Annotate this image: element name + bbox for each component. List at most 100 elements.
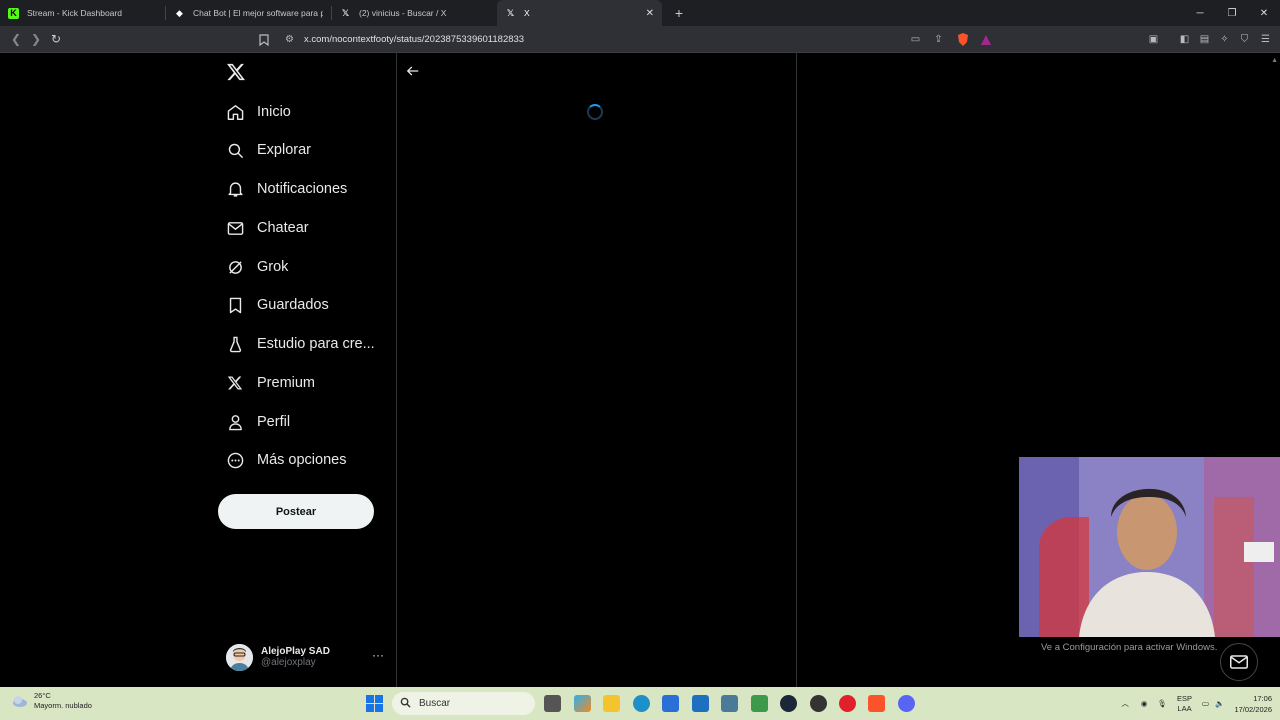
address-bar: ❮ ❯ ↻ ⚙ x.com/nocontextfooty/status/2023… [0, 26, 1280, 53]
tab-title: Chat Bot | El mejor software para pot [193, 8, 323, 18]
tab-title: (2) vinicius - Buscar / X [359, 8, 447, 18]
sidebar-item-grok[interactable]: Grok [226, 252, 288, 282]
x-logo-icon: 𝕏 [506, 7, 515, 18]
sidebar-item-estudio[interactable]: Estudio para cre... [226, 329, 375, 359]
tab-title: Stream - Kick Dashboard [27, 8, 122, 18]
outlook-icon[interactable] [692, 695, 709, 712]
language-indicator[interactable]: ESP LAA [1177, 694, 1192, 714]
reload-icon[interactable]: ↻ [46, 29, 66, 49]
sidebar-item-label: Inicio [257, 104, 291, 120]
copilot-icon[interactable] [574, 695, 591, 712]
scroll-up-icon[interactable]: ▲ [1271, 57, 1278, 64]
tab-search-icon[interactable]: ▣ [1146, 32, 1161, 47]
sidebar-item-label: Premium [257, 375, 316, 391]
mic-icon[interactable]: 🎙 [1157, 699, 1167, 708]
search-icon [400, 697, 411, 711]
forward-nav-icon[interactable]: ❯ [26, 29, 46, 49]
tab-chat-bot[interactable]: ◆ Chat Bot | El mejor software para pot [166, 0, 331, 26]
back-nav-icon[interactable]: ❮ [6, 29, 26, 49]
sidebar-item-mas-opciones[interactable]: Más opciones [226, 445, 346, 475]
post-button[interactable]: Postear [218, 494, 374, 529]
tab-x-active[interactable]: 𝕏 X ✕ [497, 0, 662, 26]
tab-title: X [524, 8, 530, 18]
bookmark-icon [226, 296, 244, 314]
site-settings-icon[interactable]: ⚙ [282, 32, 297, 47]
account-handle: @alejoxplay [261, 657, 316, 668]
calculator-icon[interactable] [721, 695, 738, 712]
close-window-icon[interactable]: ✕ [1248, 0, 1280, 26]
brave-icon[interactable] [868, 695, 885, 712]
file-explorer-icon[interactable] [603, 695, 620, 712]
system-tray: ︿ ◉ 🎙 ESP LAA ▭ 🔈 17:06 17/02/2026 [1121, 687, 1272, 720]
browser-tab-bar: K Stream - Kick Dashboard ◆ Chat Bot | E… [0, 0, 1280, 26]
obs-icon[interactable] [810, 695, 827, 712]
chevron-up-icon[interactable]: ︿ [1121, 698, 1129, 709]
more-icon[interactable]: ··· [372, 648, 384, 662]
windows-taskbar: 26°C Mayorm. nublado Buscar ︿ ◉ 🎙 ESP LA… [0, 687, 1280, 720]
weather-widget[interactable]: 26°C Mayorm. nublado [12, 691, 92, 711]
person-icon [226, 413, 244, 431]
network-icon[interactable]: ◉ [1141, 699, 1148, 708]
sidebar-item-chatear[interactable]: Chatear [226, 213, 309, 243]
window-controls: ─ ❐ ✕ [1184, 0, 1280, 26]
weather-desc: Mayorm. nublado [34, 701, 92, 710]
webcam-overlay [1019, 457, 1280, 637]
sidebar-item-explorar[interactable]: Explorar [226, 135, 311, 165]
task-view-icon[interactable] [544, 695, 561, 712]
sidebar-item-label: Perfil [257, 414, 291, 430]
bell-icon [226, 180, 244, 198]
share-icon[interactable]: ⇪ [931, 32, 946, 47]
mail-icon [226, 219, 244, 237]
sidebar-item-notificaciones[interactable]: Notificaciones [226, 174, 347, 204]
xbox-icon[interactable] [751, 695, 768, 712]
maximize-icon[interactable]: ❐ [1216, 0, 1248, 26]
x-home-logo[interactable] [226, 62, 246, 82]
vpn-icon[interactable]: ⛉ [1237, 32, 1252, 47]
column-divider [796, 53, 797, 687]
sidebar-item-premium[interactable]: Premium [226, 368, 315, 398]
url-field[interactable]: ⚙ x.com/nocontextfooty/status/2023875339… [256, 29, 998, 50]
store-icon[interactable] [662, 695, 679, 712]
discord-icon[interactable] [898, 695, 915, 712]
mail-icon [1230, 655, 1248, 669]
weather-temp: 26°C [34, 691, 51, 700]
home-icon [226, 103, 244, 121]
messages-button[interactable] [1220, 643, 1258, 681]
search-icon [226, 141, 244, 159]
x-page: Inicio Explorar Notificaciones Chatear G… [0, 53, 1280, 687]
minimize-icon[interactable]: ─ [1184, 0, 1216, 26]
tab-vinicius-search[interactable]: 𝕏 (2) vinicius - Buscar / X [332, 0, 497, 26]
left-sidebar: Inicio Explorar Notificaciones Chatear G… [218, 53, 396, 687]
tab-kick-dashboard[interactable]: K Stream - Kick Dashboard [0, 0, 165, 26]
leo-ai-icon[interactable]: ✧ [1217, 32, 1232, 47]
sidebar-toggle-icon[interactable]: ◧ [1177, 32, 1192, 47]
start-button[interactable] [366, 695, 383, 712]
account-switcher[interactable]: AlejoPlay SAD @alejoxplay ··· [226, 642, 384, 672]
cast-icon[interactable]: ▭ [908, 32, 923, 47]
x-logo-icon: 𝕏 [341, 7, 350, 18]
sidebar-item-guardados[interactable]: Guardados [226, 290, 329, 320]
close-tab-icon[interactable]: ✕ [646, 8, 654, 19]
wallet-icon[interactable]: ▤ [1197, 32, 1212, 47]
back-arrow-icon[interactable] [406, 64, 424, 82]
bookmark-page-icon[interactable] [256, 32, 271, 47]
menu-icon[interactable]: ☰ [1258, 32, 1273, 47]
steam-icon[interactable] [780, 695, 797, 712]
volume-icon[interactable]: 🔈 [1215, 699, 1224, 708]
url-text: x.com/nocontextfooty/status/202387533960… [304, 34, 525, 45]
new-tab-button[interactable]: + [670, 5, 688, 21]
taskbar-search[interactable]: Buscar [392, 692, 535, 715]
sidebar-item-inicio[interactable]: Inicio [226, 97, 291, 127]
edge-icon[interactable] [633, 695, 650, 712]
clock[interactable]: 17:06 17/02/2026 [1234, 693, 1272, 715]
chatbot-icon: ◆ [176, 7, 183, 18]
wifi-icon[interactable]: ▭ [1202, 699, 1209, 708]
sidebar-item-perfil[interactable]: Perfil [226, 407, 290, 437]
sidebar-item-label: Explorar [257, 142, 311, 158]
opera-icon[interactable] [839, 695, 856, 712]
sidebar-item-label: Chatear [257, 220, 309, 236]
more-circle-icon [226, 451, 244, 469]
flask-icon [226, 335, 244, 353]
brave-shield-icon[interactable] [955, 32, 970, 47]
brave-rewards-icon[interactable] [978, 32, 993, 47]
